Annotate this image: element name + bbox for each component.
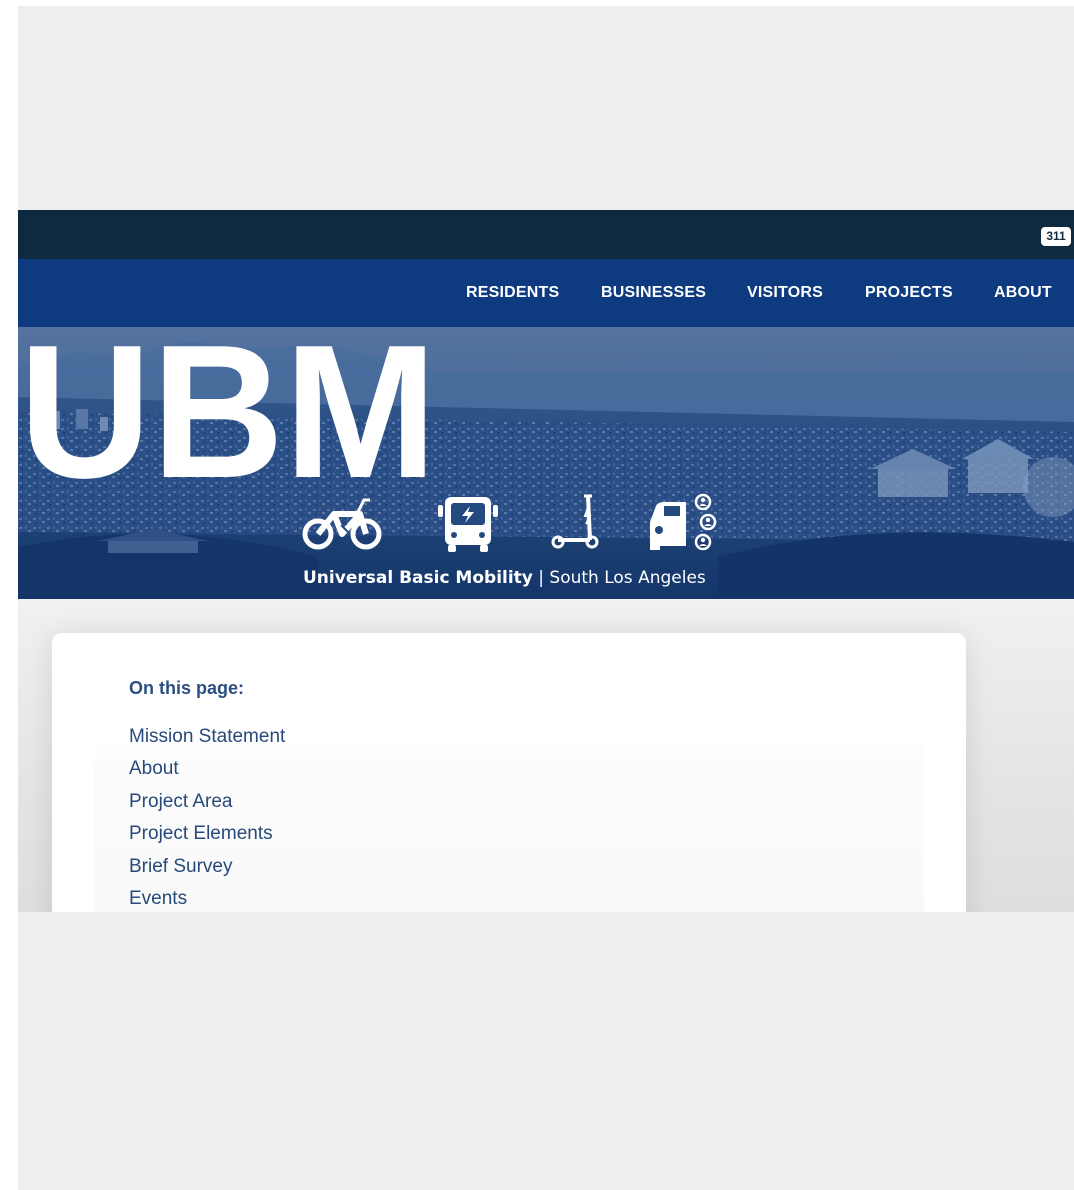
toc-list-item: About bbox=[129, 753, 285, 785]
toc-list-item: Mission Statement bbox=[129, 721, 285, 753]
hero-banner: UBM Universal Basic Mobility | South Los… bbox=[18, 327, 1074, 599]
toc-list-item: Project Area bbox=[129, 786, 285, 818]
nav-item-businesses[interactable]: BUSINESSES bbox=[601, 259, 706, 327]
hero-caption-rest: | South Los Angeles bbox=[532, 568, 706, 588]
on-this-page-card: On this page: Mission Statement About Pr… bbox=[52, 633, 966, 912]
toc-link-brief-survey[interactable]: Brief Survey bbox=[129, 851, 285, 883]
electric-scooter-icon bbox=[551, 494, 599, 549]
toc-link-project-elements[interactable]: Project Elements bbox=[129, 818, 285, 850]
toc-list: Mission Statement About Project Area Pro… bbox=[129, 721, 285, 912]
toc-link-project-area[interactable]: Project Area bbox=[129, 786, 285, 818]
utility-bar: 311 bbox=[18, 210, 1074, 259]
page: 311 RESIDENTS BUSINESSES VISITORS PROJEC… bbox=[18, 210, 1074, 912]
nav-item-residents[interactable]: RESIDENTS bbox=[466, 259, 559, 327]
311-badge[interactable]: 311 bbox=[1041, 227, 1071, 246]
ubm-logo-text: UBM bbox=[19, 327, 437, 485]
ubm-logo: UBM bbox=[19, 327, 437, 485]
nav-item-visitors[interactable]: VISITORS bbox=[747, 259, 823, 327]
nav-item-about[interactable]: ABOUT bbox=[994, 259, 1052, 327]
hero-caption: Universal Basic Mobility | South Los Ang… bbox=[303, 567, 706, 589]
hero-caption-strong: Universal Basic Mobility bbox=[303, 568, 533, 588]
toc-link-events[interactable]: Events bbox=[129, 883, 285, 912]
ebike-icon bbox=[302, 498, 382, 550]
toc-title: On this page: bbox=[129, 678, 245, 698]
main-nav: RESIDENTS BUSINESSES VISITORS PROJECTS A… bbox=[18, 259, 1074, 327]
electric-bus-icon bbox=[438, 497, 498, 552]
toc-list-item: Project Elements bbox=[129, 818, 285, 850]
car-share-icon bbox=[650, 493, 717, 551]
toc-link-about[interactable]: About bbox=[129, 753, 285, 785]
toc-list-item: Brief Survey bbox=[129, 851, 285, 883]
browser-viewport: 311 RESIDENTS BUSINESSES VISITORS PROJEC… bbox=[18, 6, 1074, 1190]
toc-list-item: Events bbox=[129, 883, 285, 912]
nav-item-projects[interactable]: PROJECTS bbox=[865, 259, 953, 327]
toc-link-mission-statement[interactable]: Mission Statement bbox=[129, 721, 285, 753]
